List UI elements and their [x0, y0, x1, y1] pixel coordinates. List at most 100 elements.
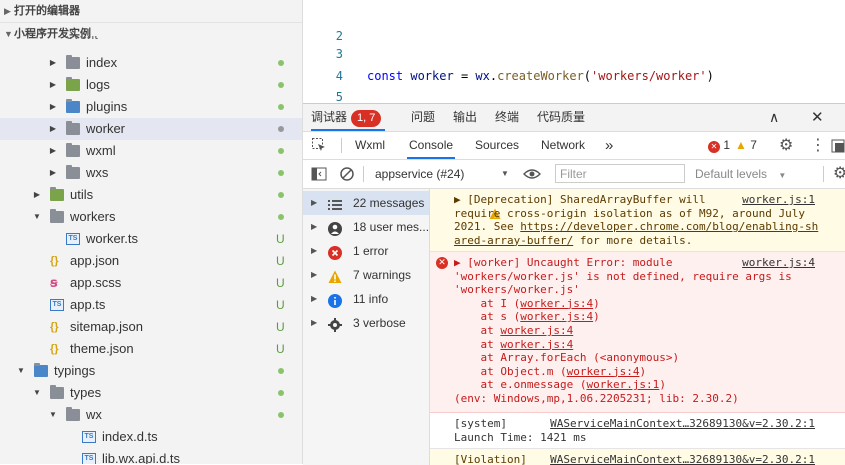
message-source-link[interactable]: WAServiceMainContext…32689130&v=2.30.2:1	[550, 417, 815, 431]
context-select[interactable]: appservice (#24) ▼	[375, 160, 515, 188]
tree-item-label: utils	[70, 187, 94, 202]
tree-item[interactable]: ▶ plugins	[0, 96, 302, 118]
git-status-untracked: U	[276, 342, 285, 356]
message-source-link[interactable]: WAServiceMainContext…32689130&v=2.30.2:1	[550, 453, 815, 465]
message-source-link[interactable]: worker.js:1	[742, 193, 815, 207]
tab-wxml[interactable]: Wxml	[355, 132, 385, 159]
code-editor[interactable]: 2 3 const worker = wx.createWorker('work…	[303, 0, 845, 103]
tree-item[interactable]: ▶ worker	[0, 118, 302, 140]
inspect-icon[interactable]	[311, 132, 327, 159]
tree-item[interactable]: ▼ wx	[0, 404, 302, 426]
message-source-link[interactable]: worker.js:4	[742, 256, 815, 270]
clear-console-icon[interactable]	[339, 160, 355, 188]
chevron-right-icon[interactable]: ▶	[48, 118, 58, 140]
sidebar-item-label: 18 user mes...	[353, 220, 430, 234]
sidebar-item-info[interactable]: ▶ 11 info	[303, 287, 429, 311]
tree-item[interactable]: TS app.ts U	[0, 294, 302, 316]
tree-item[interactable]: ▼ workers	[0, 206, 302, 228]
stack-link[interactable]: worker.js:4	[500, 338, 573, 351]
chevron-right-icon[interactable]: ▶	[48, 96, 58, 118]
chevron-down-icon[interactable]: ▼	[48, 404, 58, 426]
tree-item-label: sitemap.json	[70, 319, 143, 334]
stack-link[interactable]: worker.js:4	[567, 365, 640, 378]
tree-item-label: theme.json	[70, 341, 134, 356]
tree-item[interactable]: ꞩ app.scss U	[0, 272, 302, 294]
divider	[823, 166, 824, 182]
console-message-warning[interactable]: [Violation] WAServiceMainContext…3268913…	[430, 449, 845, 465]
chevron-right-icon[interactable]: ▶	[48, 74, 58, 96]
sidebar-item-user[interactable]: ▶ 18 user mes...	[303, 215, 429, 239]
chevron-right-icon: ▶	[311, 270, 318, 279]
warning-icon	[328, 268, 342, 283]
tree-item[interactable]: ▶ utils	[0, 184, 302, 206]
open-editors-header[interactable]: ▶ 打开的编辑器	[0, 0, 302, 22]
sidebar-item-warning[interactable]: ▶ 7 warnings	[303, 263, 429, 287]
chevron-down-icon[interactable]: ▼	[32, 382, 42, 404]
error-icon: ✕	[436, 257, 448, 269]
error-icon: ✕	[708, 141, 720, 153]
message-link[interactable]: ared-array-buffer/	[454, 234, 573, 247]
log-levels-select[interactable]: Default levels ▼	[695, 160, 786, 188]
tree-item-label: index	[86, 55, 118, 70]
console-message-warning[interactable]: ! ▶ [Deprecation] SharedArrayBuffer will…	[430, 189, 845, 252]
chevron-down-icon[interactable]: ▼	[32, 206, 42, 228]
tree-item[interactable]: {} app.json U	[0, 250, 302, 272]
tab-terminal[interactable]: 终端	[495, 104, 519, 131]
more-tabs-icon[interactable]: »	[605, 132, 613, 159]
chevron-right-icon[interactable]: ▶	[48, 140, 58, 162]
close-icon[interactable]: ✕	[811, 104, 824, 131]
gear-icon[interactable]: ⚙	[779, 132, 793, 159]
tree-item[interactable]: TS lib.wx.api.d.ts	[0, 448, 302, 464]
chevron-right-icon[interactable]: ▶	[48, 162, 58, 184]
tab-code-quality[interactable]: 代码质量	[537, 104, 585, 131]
tree-item[interactable]: TS index.d.ts	[0, 426, 302, 448]
folder-icon	[66, 55, 80, 69]
git-status-dot	[278, 104, 284, 110]
tree-item[interactable]: ▶ wxs	[0, 162, 302, 184]
tab-sources[interactable]: Sources	[475, 132, 519, 159]
sidebar-toggle-icon[interactable]	[311, 160, 327, 188]
panel-tabbar: 调试器 1, 7 问题 输出 终端 代码质量 ∧ ✕	[303, 104, 845, 132]
tab-debugger[interactable]: 调试器 1, 7	[311, 104, 386, 131]
tree-item[interactable]: ▶ wxml	[0, 140, 302, 162]
chevron-right-icon[interactable]: ▶	[48, 52, 58, 74]
tree-item[interactable]: ▼ types	[0, 382, 302, 404]
verbose-icon	[328, 316, 342, 332]
tree-item-partial[interactable]: event	[0, 36, 302, 46]
dock-icon[interactable]	[831, 132, 845, 159]
tree-item[interactable]: {} theme.json U	[0, 338, 302, 360]
tree-item[interactable]: TS worker.ts U	[0, 228, 302, 250]
tree-item-label: app.json	[70, 253, 120, 268]
sidebar-item-verbose[interactable]: ▶ 3 verbose	[303, 311, 429, 335]
stack-link[interactable]: worker.js:4	[520, 297, 593, 310]
tab-issues[interactable]: 问题	[411, 104, 435, 131]
stack-link[interactable]: worker.js:4	[520, 310, 593, 323]
tab-network[interactable]: Network	[541, 132, 585, 159]
tree-item-label: logs	[86, 77, 110, 92]
tree-item[interactable]: ▼ typings	[0, 360, 302, 382]
git-status-dot	[278, 82, 284, 88]
sidebar-item-error[interactable]: ▶ 1 error	[303, 239, 429, 263]
stack-link[interactable]: worker.js:1	[586, 378, 659, 391]
console-settings-icon[interactable]: ⚙	[833, 160, 845, 188]
filter-input[interactable]: Filter	[555, 164, 685, 183]
chevron-right-icon[interactable]: ▶	[32, 184, 42, 206]
tree-item[interactable]: {} sitemap.json U	[0, 316, 302, 338]
warning-counter[interactable]: ▲ 7	[735, 132, 757, 159]
chevron-down-icon[interactable]: ▼	[16, 360, 26, 382]
eye-icon[interactable]	[523, 160, 541, 188]
tree-item[interactable]: ▶ logs	[0, 74, 302, 96]
tree-item[interactable]: ▶ index	[0, 52, 302, 74]
sidebar-item-label: 22 messages	[353, 196, 425, 210]
console-message-error[interactable]: ✕ ▶ [worker] Uncaught Error: module 'wor…	[430, 252, 845, 413]
sidebar-item-list[interactable]: ▶ 22 messages	[303, 191, 429, 215]
console-message-info[interactable]: [system] Launch Time: 1421 ms WAServiceM…	[430, 413, 845, 449]
chevron-up-icon[interactable]: ∧	[769, 104, 779, 131]
more-options-icon[interactable]: ⋮	[810, 132, 826, 159]
error-counter[interactable]: ✕ 1	[708, 132, 730, 159]
stack-link[interactable]: worker.js:4	[500, 324, 573, 337]
chevron-right-icon: ▶	[311, 246, 318, 255]
message-link[interactable]: https://developer.chrome.com/blog/enabli…	[520, 220, 818, 233]
tab-console[interactable]: Console	[407, 132, 456, 159]
tab-output[interactable]: 输出	[453, 104, 477, 131]
